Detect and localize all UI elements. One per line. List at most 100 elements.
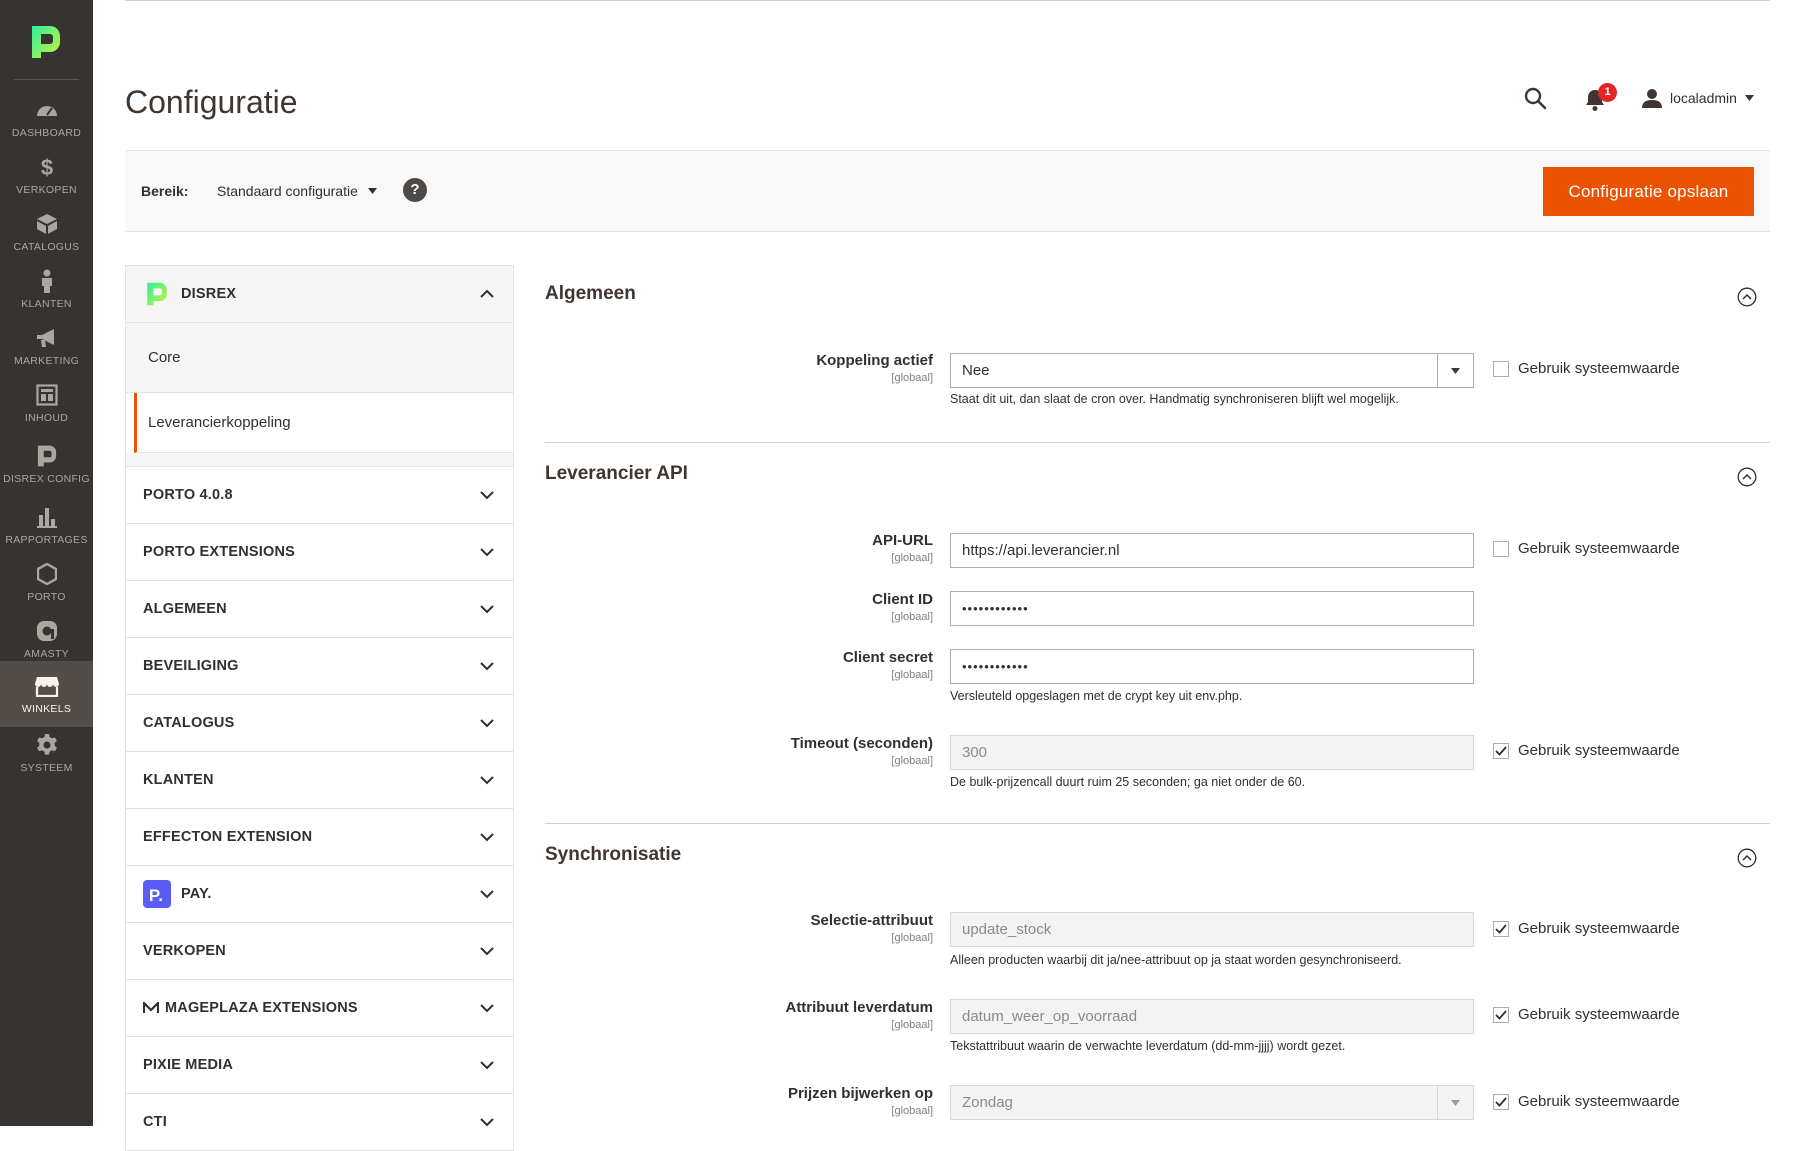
tab-beveiliging[interactable]: BEVEILIGING <box>126 638 513 695</box>
leverdatum-scope: [globaal] <box>891 1019 933 1031</box>
koppeling-actief-use-system[interactable]: Gebruik systeemwaarde <box>1493 360 1680 377</box>
tab-catalogus[interactable]: CATALOGUS <box>126 695 513 752</box>
nav-item-winkels[interactable]: Winkels <box>0 661 93 727</box>
client-secret-input[interactable]: •••••••••••• <box>950 649 1474 684</box>
api-url-use-system[interactable]: Gebruik systeemwaarde <box>1493 540 1680 557</box>
tab-item-core[interactable]: Core <box>126 323 513 393</box>
tab-label: CTI <box>143 1114 167 1130</box>
checkbox-checked[interactable] <box>1493 1006 1509 1023</box>
section-divider <box>545 442 1770 443</box>
collapse-icon[interactable] <box>1737 287 1757 307</box>
tab-disrex[interactable]: DISREX <box>126 266 513 323</box>
config-tabs: DISREX Core Leverancierkoppeling PORTO 4… <box>125 265 514 1151</box>
box-icon <box>34 211 60 237</box>
account-menu[interactable]: localadmin <box>1642 86 1754 110</box>
dropdown-arrow-icon <box>1437 1086 1473 1119</box>
notifications-button[interactable]: 1 <box>1584 83 1624 112</box>
tab-label: PORTO EXTENSIONS <box>143 544 295 560</box>
koppeling-actief-select[interactable]: Nee <box>950 353 1474 388</box>
checkmark-icon <box>1495 745 1507 756</box>
checkbox-checked[interactable] <box>1493 742 1509 759</box>
tab-porto-4-0-8[interactable]: PORTO 4.0.8 <box>126 467 513 524</box>
nav-item-disrex-config[interactable]: Disrex config <box>0 431 93 497</box>
section-algemeen-title[interactable]: Algemeen <box>545 283 636 305</box>
nav-divider <box>14 79 79 80</box>
tab-algemeen[interactable]: ALGEMEEN <box>126 581 513 638</box>
nav-item-systeem[interactable]: Systeem <box>0 720 93 786</box>
prijzen-bijwerken-use-system[interactable]: Gebruik systeemwaarde <box>1493 1093 1680 1110</box>
chevron-down-icon <box>480 833 494 842</box>
tab-label: PORTO 4.0.8 <box>143 487 233 503</box>
prijzen-bijwerken-select[interactable]: Zondag <box>950 1085 1474 1120</box>
user-icon <box>1642 89 1662 108</box>
leverdatum-use-system[interactable]: Gebruik systeemwaarde <box>1493 1006 1680 1023</box>
timeout-input[interactable]: 300 <box>950 735 1474 770</box>
use-system-label: Gebruik systeemwaarde <box>1518 920 1680 937</box>
use-system-label: Gebruik systeemwaarde <box>1518 1006 1680 1023</box>
koppeling-actief-value: Nee <box>962 362 990 379</box>
timeout-scope: [globaal] <box>891 755 933 767</box>
tab-label: BEVEILIGING <box>143 658 239 674</box>
chevron-down-icon <box>480 662 494 671</box>
person-icon <box>34 268 60 294</box>
tab-verkopen[interactable]: VERKOPEN <box>126 923 513 980</box>
nav-item-label: Rapportages <box>5 534 88 546</box>
checkbox-checked[interactable] <box>1493 1093 1509 1110</box>
nav-item-inhoud[interactable]: Inhoud <box>0 370 93 436</box>
selectie-attribuut-note: Alleen producten waarbij dit ja/nee-attr… <box>950 953 1402 967</box>
amasty-icon <box>34 618 60 644</box>
hexagon-icon <box>34 561 60 587</box>
client-secret-scope: [globaal] <box>891 669 933 681</box>
section-synchronisatie-title[interactable]: Synchronisatie <box>545 844 681 866</box>
chevron-down-icon <box>480 491 494 500</box>
selectie-attribuut-use-system[interactable]: Gebruik systeemwaarde <box>1493 920 1680 937</box>
tab-mageplaza-extensions[interactable]: MAGEPLAZA EXTENSIONS <box>126 980 513 1037</box>
tab-label: CATALOGUS <box>143 715 235 731</box>
chevron-up-icon <box>480 289 494 298</box>
tab-cti[interactable]: CTI <box>126 1094 513 1151</box>
collapse-icon[interactable] <box>1737 467 1757 487</box>
tab-effecton-extension[interactable]: EFFECTON EXTENSION <box>126 809 513 866</box>
checkmark-icon <box>1495 1009 1507 1020</box>
megaphone-icon <box>34 325 60 351</box>
use-system-label: Gebruik systeemwaarde <box>1518 360 1680 377</box>
tab-klanten[interactable]: KLANTEN <box>126 752 513 809</box>
koppeling-actief-label: Koppeling actief <box>816 352 933 369</box>
client-id-scope: [globaal] <box>891 611 933 623</box>
chevron-down-icon <box>480 1118 494 1127</box>
koppeling-actief-scope: [globaal] <box>891 372 933 384</box>
section-leverancier-api-title[interactable]: Leverancier API <box>545 463 688 485</box>
client-secret-note: Versleuteld opgeslagen met de crypt key … <box>950 689 1243 703</box>
admin-menu: Dashboard $ Verkopen Catalogus Klanten Market… <box>0 0 93 1126</box>
use-system-label: Gebruik systeemwaarde <box>1518 1093 1680 1110</box>
save-config-button[interactable]: Configuratie opslaan <box>1543 167 1754 216</box>
client-id-input[interactable]: •••••••••••• <box>950 591 1474 626</box>
store-scope-bar: Bereik: Standaard configuratie ? Configu… <box>125 150 1770 232</box>
scope-label: Bereik: <box>141 183 189 199</box>
disrex-logo-icon[interactable] <box>26 22 66 62</box>
timeout-use-system[interactable]: Gebruik systeemwaarde <box>1493 742 1680 759</box>
search-icon[interactable] <box>1523 86 1547 110</box>
tab-label: MAGEPLAZA EXTENSIONS <box>165 1000 358 1016</box>
nav-item-label: Catalogus <box>13 241 80 253</box>
collapse-icon[interactable] <box>1737 848 1757 868</box>
chevron-down-icon <box>480 776 494 785</box>
selectie-attribuut-input[interactable]: update_stock <box>950 912 1474 947</box>
scope-switcher[interactable]: Standaard configuratie <box>217 183 377 199</box>
timeout-note: De bulk-prijzencall duurt ruim 25 second… <box>950 775 1306 789</box>
help-icon[interactable]: ? <box>403 178 427 202</box>
use-system-label: Gebruik systeemwaarde <box>1518 540 1680 557</box>
tab-pixie-media[interactable]: PIXIE MEDIA <box>126 1037 513 1094</box>
tab-item-leverancierkoppeling[interactable]: Leverancierkoppeling <box>134 393 513 453</box>
tab-porto-extensions[interactable]: PORTO EXTENSIONS <box>126 524 513 581</box>
leverdatum-input[interactable]: datum_weer_op_voorraad <box>950 999 1474 1034</box>
checkbox[interactable] <box>1493 360 1509 377</box>
checkbox[interactable] <box>1493 540 1509 557</box>
tab-pay[interactable]: P. PAY. <box>126 866 513 923</box>
tab-label: PIXIE MEDIA <box>143 1057 234 1073</box>
chevron-down-icon <box>480 719 494 728</box>
mageplaza-logo-icon <box>143 1002 159 1014</box>
checkbox-checked[interactable] <box>1493 920 1509 937</box>
api-url-input[interactable]: https://api.leverancier.nl <box>950 533 1474 568</box>
client-secret-label: Client secret <box>842 649 933 666</box>
